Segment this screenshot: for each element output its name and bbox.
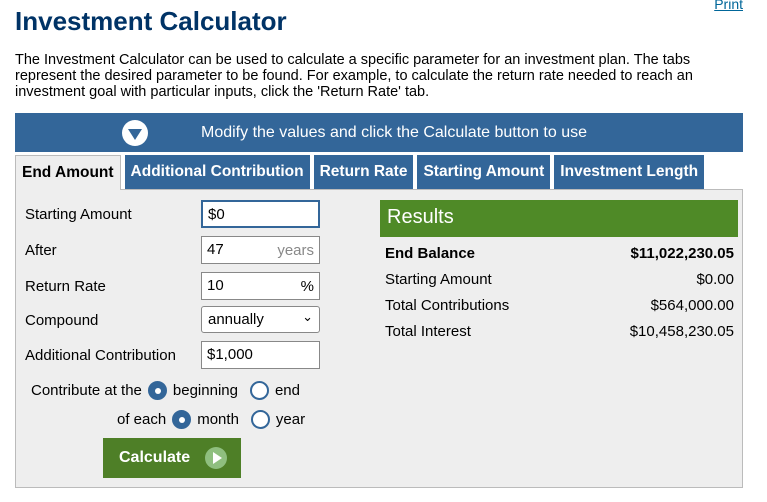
result-label: Starting Amount	[385, 271, 492, 288]
result-value: $564,000.00	[650, 297, 734, 314]
contribute-at-label: Contribute at the	[31, 382, 142, 399]
result-row: Starting Amount $0.00	[385, 271, 734, 288]
print-link[interactable]: Print	[714, 0, 743, 12]
calculate-button[interactable]: Calculate	[103, 438, 241, 478]
tab-end-amount[interactable]: End Amount	[15, 155, 121, 190]
beginning-label[interactable]: beginning	[173, 382, 238, 399]
play-icon	[205, 447, 227, 469]
result-row: Total Interest $10,458,230.05	[385, 323, 734, 340]
radio-year[interactable]	[250, 410, 270, 429]
tab-bar: End Amount Additional Contribution Retur…	[15, 155, 705, 190]
result-value: $10,458,230.05	[629, 323, 734, 340]
return-rate-label: Return Rate	[25, 278, 106, 295]
compound-label: Compound	[25, 312, 99, 329]
return-rate-input[interactable]: 10%	[201, 272, 320, 300]
result-label: End Balance	[385, 245, 476, 262]
tab-investment-length[interactable]: Investment Length	[554, 155, 705, 189]
years-input[interactable]: 47 years	[201, 236, 320, 264]
of-each-group: of each month year	[117, 410, 305, 429]
banner-text: Modify the values and click the Calculat…	[201, 124, 587, 141]
starting-amount-input[interactable]: $0	[201, 200, 320, 228]
compound-value: annually	[208, 311, 264, 328]
chevron-down-icon: ⌄	[302, 309, 313, 324]
year-label[interactable]: year	[276, 411, 305, 428]
additional-contribution-input[interactable]: $1,000	[201, 341, 320, 369]
starting-amount-label: Starting Amount	[25, 206, 132, 223]
percent-unit: %	[300, 278, 314, 295]
instructions-banner[interactable]: Modify the values and click the Calculat…	[15, 113, 743, 152]
years-value: 47	[207, 241, 224, 258]
radio-month[interactable]	[172, 410, 192, 429]
result-label: Total Contributions	[385, 297, 510, 314]
end-label[interactable]: end	[275, 382, 300, 399]
chevron-down-circle-icon	[122, 120, 148, 146]
radio-beginning[interactable]	[147, 381, 167, 400]
calculator-panel: Starting Amount $0 After 47 years Return …	[15, 189, 743, 488]
return-rate-value: 10	[207, 277, 224, 294]
years-unit: years	[277, 242, 314, 259]
result-row: End Balance $11,022,230.05	[385, 245, 734, 262]
page-title: Investment Calculator	[15, 6, 287, 36]
tab-additional-contribution[interactable]: Additional Contribution	[124, 155, 310, 189]
of-each-label: of each	[117, 411, 167, 428]
result-row: Total Contributions $564,000.00	[385, 297, 734, 314]
results-header: Results	[380, 200, 738, 237]
month-label[interactable]: month	[197, 411, 239, 428]
tab-return-rate[interactable]: Return Rate	[313, 155, 414, 189]
result-value: $0.00	[696, 271, 734, 288]
intro-text: The Investment Calculator can be used to…	[15, 52, 693, 100]
compound-select[interactable]: annually ⌄	[201, 306, 320, 333]
tab-starting-amount[interactable]: Starting Amount	[417, 155, 551, 189]
result-value: $11,022,230.05	[630, 245, 734, 262]
starting-amount-value: $0	[208, 206, 225, 223]
calculate-label: Calculate	[119, 449, 191, 466]
contribute-at-group: Contribute at the beginning end	[31, 381, 300, 400]
additional-contribution-label: Additional Contribution	[25, 347, 176, 364]
additional-contribution-value: $1,000	[207, 346, 253, 363]
after-label: After	[25, 242, 57, 259]
result-label: Total Interest	[385, 323, 471, 340]
radio-end[interactable]	[249, 381, 269, 400]
